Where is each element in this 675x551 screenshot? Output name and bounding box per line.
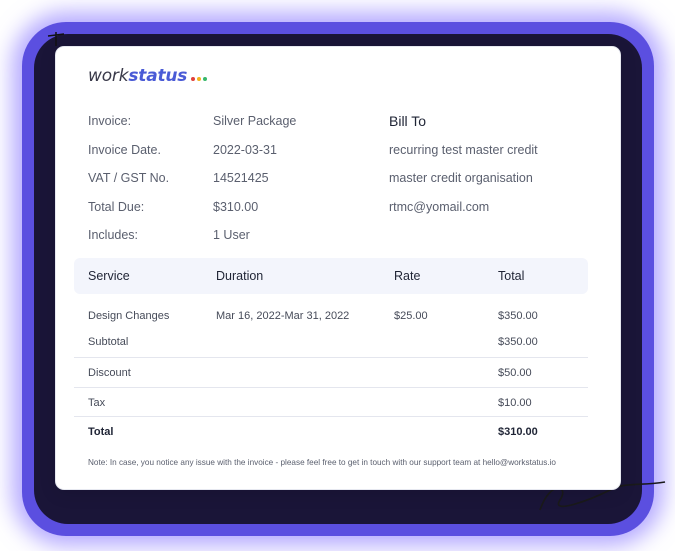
- invoice-card: workstatus Invoice: Silver Package Invoi…: [56, 47, 620, 489]
- bill-to-title: Bill To: [389, 113, 427, 129]
- row-rate: $25.00: [394, 310, 428, 322]
- divider: [74, 387, 588, 388]
- vat-gst-value: 14521425: [213, 171, 269, 185]
- invoice-date-value: 2022-03-31: [213, 143, 277, 157]
- invoice-label: Invoice:: [88, 114, 132, 128]
- total-due-value: $310.00: [213, 200, 259, 214]
- column-header-service: Service: [88, 269, 130, 283]
- logo-dot-red: [191, 77, 196, 81]
- includes-value: 1 User: [213, 228, 250, 242]
- table-header: Service Duration Rate Total: [74, 258, 588, 294]
- subtotal-label: Subtotal: [88, 336, 129, 348]
- invoice-value: Silver Package: [213, 114, 297, 128]
- total-label: Total: [88, 426, 114, 438]
- tax-value: $10.00: [498, 397, 532, 409]
- subtotal-value: $350.00: [498, 336, 538, 348]
- discount-value: $50.00: [498, 367, 532, 379]
- discount-label: Discount: [88, 367, 131, 379]
- row-total: $350.00: [498, 310, 538, 322]
- bill-to-organisation: master credit organisation: [389, 171, 533, 185]
- total-value: $310.00: [498, 426, 538, 438]
- includes-label: Includes:: [88, 228, 139, 242]
- logo-text: workstatus: [88, 66, 188, 86]
- bill-to-email: rtmc@yomail.com: [389, 200, 490, 214]
- column-header-rate: Rate: [394, 269, 421, 283]
- row-duration: Mar 16, 2022-Mar 31, 2022: [216, 310, 350, 322]
- column-header-total: Total: [498, 269, 525, 283]
- bill-to-name: recurring test master credit: [389, 143, 538, 157]
- divider: [74, 416, 588, 417]
- divider: [74, 357, 588, 358]
- total-due-label: Total Due:: [88, 200, 145, 214]
- workstatus-logo: workstatus: [88, 66, 208, 86]
- column-header-duration: Duration: [216, 269, 264, 283]
- logo-dots: [191, 77, 208, 81]
- row-service: Design Changes: [88, 310, 170, 322]
- invoice-date-label: Invoice Date.: [88, 143, 161, 157]
- logo-dot-green: [203, 77, 208, 81]
- support-note: Note: In case, you notice any issue with…: [88, 458, 556, 467]
- logo-dot-yellow: [197, 77, 202, 81]
- vat-gst-label: VAT / GST No.: [88, 171, 170, 185]
- tax-label: Tax: [88, 397, 106, 409]
